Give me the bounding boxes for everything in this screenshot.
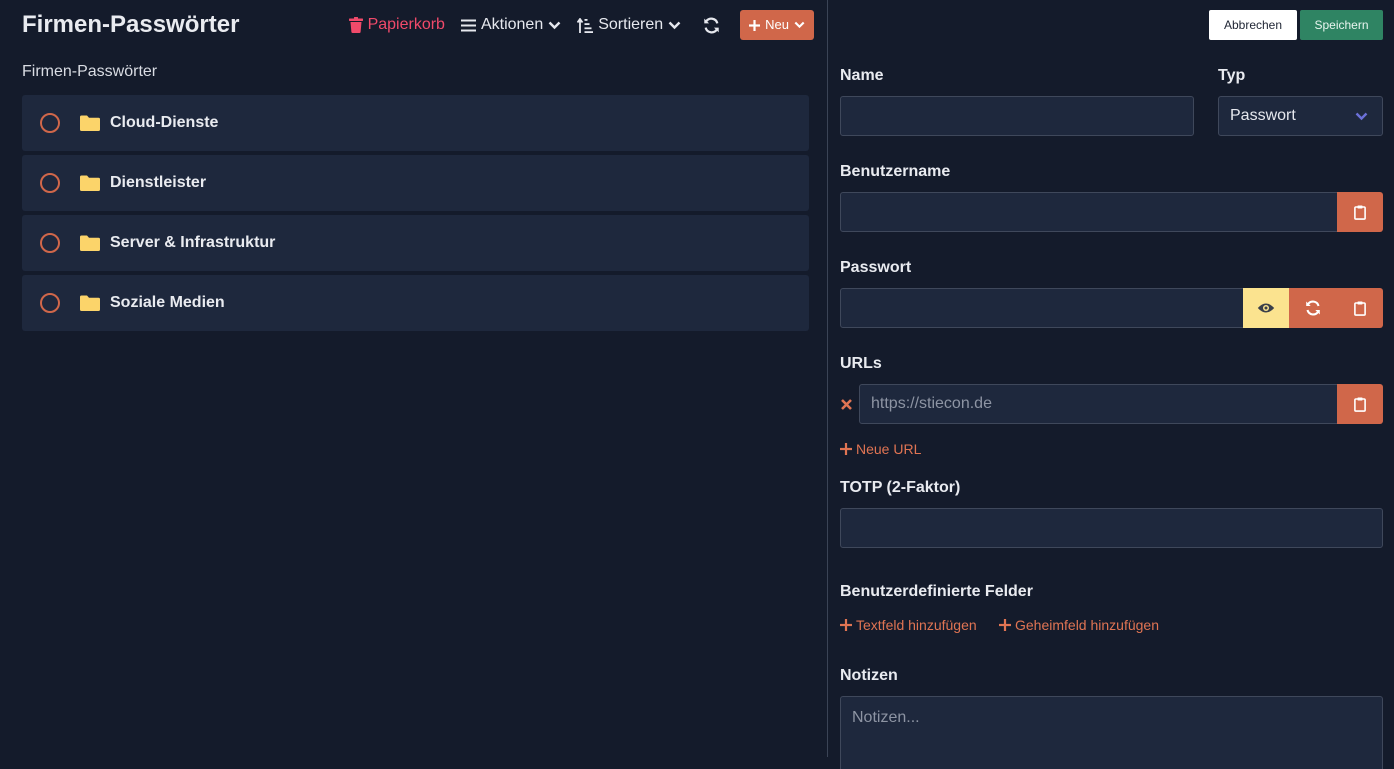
totp-label: TOTP (2-Faktor) xyxy=(840,479,961,496)
plus-icon xyxy=(999,619,1011,631)
list-item[interactable]: Soziale Medien xyxy=(22,275,809,331)
folder-pane: Firmen-Passwörter Papierkorb Aktionen So… xyxy=(0,0,828,769)
folder-label: Dienstleister xyxy=(110,174,207,191)
list-item[interactable]: Server & Infrastruktur xyxy=(22,215,809,271)
copy-password-button[interactable] xyxy=(1337,288,1383,328)
actions-label: Aktionen xyxy=(480,16,544,33)
plus-icon xyxy=(840,443,852,455)
clipboard-icon xyxy=(1354,205,1366,220)
chevron-down-icon xyxy=(548,21,561,29)
folder-icon xyxy=(80,115,100,131)
urls-label: URLs xyxy=(840,355,882,372)
folder-list: Cloud-Dienste Dienstleister Server & Inf… xyxy=(22,95,809,335)
save-button[interactable]: Speichern xyxy=(1300,10,1383,40)
cancel-button[interactable]: Abbrechen xyxy=(1209,10,1297,40)
folder-icon xyxy=(80,175,100,191)
trash-label: Papierkorb xyxy=(367,16,445,33)
add-secretfield-label: Geheimfeld hinzufügen xyxy=(1015,617,1159,633)
list-item[interactable]: Cloud-Dienste xyxy=(22,95,809,151)
username-input[interactable] xyxy=(840,192,1338,232)
copy-username-button[interactable] xyxy=(1337,192,1383,232)
name-input[interactable] xyxy=(840,96,1194,136)
folder-label: Cloud-Dienste xyxy=(110,114,219,131)
add-url-link[interactable]: Neue URL xyxy=(840,440,921,458)
chevron-down-icon xyxy=(794,21,805,29)
actions-menu-button[interactable]: Aktionen xyxy=(460,10,561,40)
select-radio[interactable] xyxy=(40,173,60,193)
close-icon xyxy=(840,398,852,410)
entry-form: Abbrechen Speichern Name Typ Passwort Be… xyxy=(840,0,1383,769)
sort-icon xyxy=(577,17,594,33)
app-root: Firmen-Passwörter Papierkorb Aktionen So… xyxy=(0,0,1394,769)
type-select-value: Passwort xyxy=(1230,107,1296,124)
folder-icon xyxy=(80,235,100,251)
plus-icon xyxy=(749,19,761,31)
type-select[interactable]: Passwort xyxy=(1218,96,1383,136)
select-radio[interactable] xyxy=(40,233,60,253)
username-label: Benutzername xyxy=(840,163,951,180)
folder-icon xyxy=(80,295,100,311)
toolbar: Papierkorb Aktionen Sortieren Neu xyxy=(348,10,814,40)
trash-button[interactable]: Papierkorb xyxy=(348,10,445,40)
sort-menu-button[interactable]: Sortieren xyxy=(577,10,681,40)
clipboard-icon xyxy=(1354,301,1366,316)
trash-icon xyxy=(348,17,363,33)
chevron-down-icon xyxy=(668,21,681,29)
password-input[interactable] xyxy=(840,288,1244,328)
chevron-down-icon xyxy=(1355,112,1368,120)
breadcrumb: Firmen-Passwörter xyxy=(22,63,158,80)
type-label: Typ xyxy=(1218,67,1246,84)
add-secretfield-link[interactable]: Geheimfeld hinzufügen xyxy=(999,616,1159,634)
toggle-password-visibility-button[interactable] xyxy=(1243,288,1289,328)
list-item[interactable]: Dienstleister xyxy=(22,155,809,211)
refresh-button[interactable] xyxy=(703,17,720,34)
folder-label: Soziale Medien xyxy=(110,294,225,311)
pane-divider[interactable] xyxy=(827,0,828,757)
select-radio[interactable] xyxy=(40,293,60,313)
remove-url-button[interactable] xyxy=(840,397,852,411)
clipboard-icon xyxy=(1354,397,1366,412)
add-url-label: Neue URL xyxy=(856,441,922,457)
new-label: Neu xyxy=(765,17,789,32)
refresh-icon xyxy=(1306,300,1320,316)
plus-icon xyxy=(840,619,852,631)
generate-password-button[interactable] xyxy=(1289,288,1337,328)
eye-icon xyxy=(1257,303,1275,313)
totp-input[interactable] xyxy=(840,508,1383,548)
add-textfield-link[interactable]: Textfeld hinzufügen xyxy=(840,616,977,634)
refresh-icon xyxy=(704,17,719,33)
custom-fields-label: Benutzerdefinierte Felder xyxy=(840,583,1033,600)
select-radio[interactable] xyxy=(40,113,60,133)
new-item-button[interactable]: Neu xyxy=(740,10,814,40)
add-textfield-label: Textfeld hinzufügen xyxy=(856,617,977,633)
sort-label: Sortieren xyxy=(598,16,664,33)
copy-url-button[interactable] xyxy=(1337,384,1383,424)
page-title: Firmen-Passwörter xyxy=(22,11,240,38)
url-input[interactable] xyxy=(859,384,1338,424)
hamburger-icon xyxy=(460,19,476,31)
folder-label: Server & Infrastruktur xyxy=(110,234,276,251)
password-label: Passwort xyxy=(840,259,912,276)
notes-textarea[interactable] xyxy=(840,696,1383,769)
notes-label: Notizen xyxy=(840,667,898,684)
name-label: Name xyxy=(840,67,884,84)
